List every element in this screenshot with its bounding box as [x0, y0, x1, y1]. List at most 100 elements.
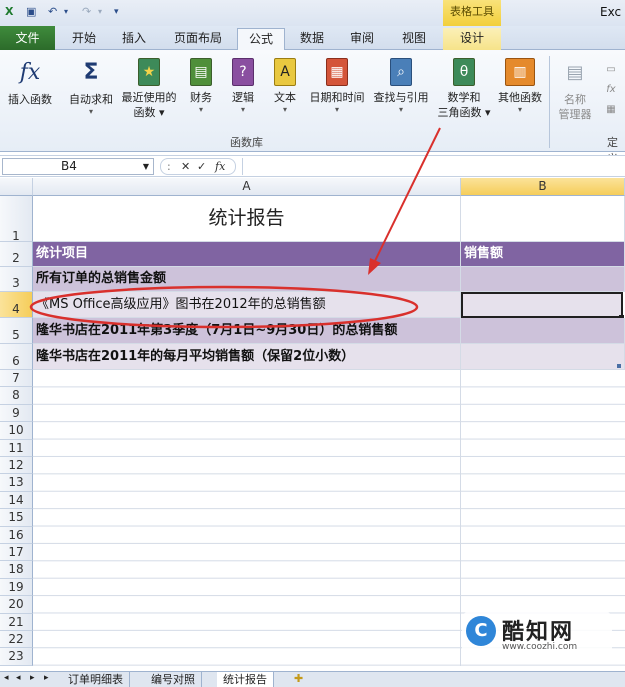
customize-qat-icon[interactable]: ▾ — [114, 4, 119, 20]
insert-function-button[interactable]: fx 插入函数 — [3, 58, 57, 107]
row-header-4[interactable]: 4 — [0, 292, 33, 318]
row-header-2[interactable]: 2 — [0, 242, 33, 267]
table-row-amount[interactable] — [461, 267, 625, 292]
autosum-button[interactable]: Σ 自动求和 ▾ — [64, 58, 118, 117]
recently-used-button[interactable]: ★ 最近使用的 函数 ▾ — [118, 58, 180, 120]
table-tools-context-header: 表格工具 — [443, 0, 501, 26]
excel-window: X ▣ ↶ ▾ ↷ ▾ ▾ 表格工具 Exc 文件 开始 插入 页面布局 公式 … — [0, 0, 625, 687]
tab-insert[interactable]: 插入 — [112, 28, 156, 50]
create-from-selection-icon: ▦ — [606, 104, 616, 115]
table-row-item[interactable]: 所有订单的总销售金额 — [33, 267, 461, 292]
redo-icon[interactable]: ↷ — [82, 4, 91, 20]
table-row-amount[interactable] — [461, 318, 625, 344]
row-header-18[interactable]: 18 — [0, 561, 33, 579]
column-header-b[interactable]: B — [461, 178, 625, 196]
financial-button[interactable]: ▤ 财务 ▾ — [184, 58, 218, 115]
row-header-8[interactable]: 8 — [0, 387, 33, 405]
table-row-item[interactable]: 《MS Office高级应用》图书在2012年的总销售额 — [33, 292, 461, 318]
finance-book-icon: ▤ — [190, 58, 212, 86]
header-amount-cell[interactable]: 销售额 — [461, 242, 625, 267]
tab-formulas[interactable]: 公式 — [237, 28, 285, 51]
text-button[interactable]: A 文本 ▾ — [268, 58, 302, 115]
quick-access-toolbar: X ▣ ↶ ▾ ↷ ▾ ▾ 表格工具 Exc — [0, 0, 625, 26]
row-header-20[interactable]: 20 — [0, 596, 33, 614]
row-header-3[interactable]: 3 — [0, 267, 33, 292]
cancel-icon[interactable]: ✕ — [181, 159, 190, 174]
row-header-1[interactable]: 1 — [0, 196, 33, 243]
save-icon[interactable]: ▣ — [26, 4, 36, 20]
datetime-book-icon: ▦ — [326, 58, 348, 86]
row-header-6[interactable]: 6 — [0, 344, 33, 370]
header-item-cell[interactable]: 统计项目 — [33, 242, 461, 267]
formula-input[interactable] — [242, 158, 623, 175]
define-name-icons[interactable]: ▭ fx ▦ — [600, 60, 622, 120]
row-header-5[interactable]: 5 — [0, 318, 33, 344]
ribbon-formulas: fx 插入函数 Σ 自动求和 ▾ ★ 最近使用的 函数 ▾ ▤ 财务 ▾ ? 逻… — [0, 50, 625, 165]
insert-function-icon[interactable]: fx — [215, 159, 225, 174]
math-book-icon: θ — [453, 58, 475, 86]
row-header-11[interactable]: 11 — [0, 439, 33, 457]
enter-icon[interactable]: ✓ — [197, 159, 206, 174]
expand-icon[interactable]: : — [167, 159, 171, 174]
sheet-nav-last-icon[interactable]: ▸ — [44, 673, 49, 683]
row-header-14[interactable]: 14 — [0, 491, 33, 510]
logical-button[interactable]: ? 逻辑 ▾ — [226, 58, 260, 115]
group-separator — [549, 56, 550, 148]
define-name-icon: ▭ — [606, 64, 616, 75]
insert-sheet-icon[interactable]: ✚ — [294, 672, 303, 685]
tab-review[interactable]: 审阅 — [342, 28, 382, 50]
row-header-12[interactable]: 12 — [0, 457, 33, 475]
name-manager-button[interactable]: ▤ 名称 管理器 — [553, 58, 597, 122]
sheet-tab-orders[interactable]: 订单明细表 — [62, 672, 130, 687]
name-box[interactable]: B4 ▼ — [2, 158, 154, 175]
table-resize-handle[interactable] — [617, 364, 621, 368]
report-title-cell[interactable]: 统计报告 — [33, 196, 461, 242]
more-functions-button[interactable]: ▥ 其他函数 ▾ — [494, 58, 546, 115]
sheet-nav-prev-icon[interactable]: ◂ — [16, 673, 21, 683]
row-header-10[interactable]: 10 — [0, 422, 33, 440]
text-book-icon: A — [274, 58, 296, 86]
row-header-23[interactable]: 23 — [0, 648, 33, 666]
sheet-nav-first-icon[interactable]: ◂ — [4, 673, 9, 683]
coozhi-logo-icon: C — [466, 616, 496, 646]
formula-buttons: : ✕ ✓ fx — [160, 158, 236, 175]
row-header-16[interactable]: 16 — [0, 526, 33, 544]
row-header-7[interactable]: 7 — [0, 370, 33, 388]
sheet-nav-next-icon[interactable]: ▸ — [30, 673, 35, 683]
lookup-book-icon: ⌕ — [390, 58, 412, 86]
column-header-a[interactable]: A — [33, 178, 461, 196]
row-header-22[interactable]: 22 — [0, 631, 33, 649]
row-header-21[interactable]: 21 — [0, 613, 33, 631]
table-row-item[interactable]: 隆华书店在2011年的每月平均销售额（保留2位小数） — [33, 344, 461, 370]
table-row-item[interactable]: 隆华书店在2011年第3季度（7月1日~9月30日）的总销售额 — [33, 318, 461, 344]
sheet-tab-lookup[interactable]: 编号对照 — [145, 672, 202, 687]
tab-view[interactable]: 视图 — [394, 28, 434, 50]
use-in-formula-icon: fx — [606, 84, 616, 95]
row-header-13[interactable]: 13 — [0, 474, 33, 492]
active-cell-b4[interactable] — [461, 292, 623, 318]
math-trig-button[interactable]: θ 数学和 三角函数 ▾ — [434, 58, 494, 120]
undo-icon[interactable]: ↶ — [48, 4, 57, 20]
table-row-amount[interactable] — [461, 344, 625, 370]
lookup-reference-button[interactable]: ⌕ 查找与引用 ▾ — [370, 58, 432, 115]
tab-home[interactable]: 开始 — [62, 28, 106, 50]
redo-dropdown-icon[interactable]: ▾ — [98, 4, 102, 20]
select-all-corner[interactable] — [0, 178, 33, 196]
tab-design[interactable]: 设计 — [443, 28, 501, 50]
date-time-button[interactable]: ▦ 日期和时间 ▾ — [306, 58, 368, 115]
tab-data[interactable]: 数据 — [292, 28, 332, 50]
tab-page-layout[interactable]: 页面布局 — [166, 28, 230, 50]
star-book-icon: ★ — [138, 58, 160, 86]
undo-dropdown-icon[interactable]: ▾ — [64, 4, 68, 20]
watermark: C 酷知网 www.coozhi.com — [462, 612, 612, 657]
sheet-tab-report[interactable]: 统计报告 — [217, 672, 274, 687]
ribbon-tabs: 文件 开始 插入 页面布局 公式 数据 审阅 视图 设计 — [0, 26, 625, 51]
name-box-dropdown-icon[interactable]: ▼ — [143, 159, 149, 174]
tab-file[interactable]: 文件 — [0, 26, 55, 50]
row-header-19[interactable]: 19 — [0, 578, 33, 597]
row-header-15[interactable]: 15 — [0, 509, 33, 527]
row-header-9[interactable]: 9 — [0, 404, 33, 423]
row-header-17[interactable]: 17 — [0, 544, 33, 562]
cell-b1[interactable] — [461, 196, 625, 242]
app-title: Exc — [600, 5, 622, 19]
